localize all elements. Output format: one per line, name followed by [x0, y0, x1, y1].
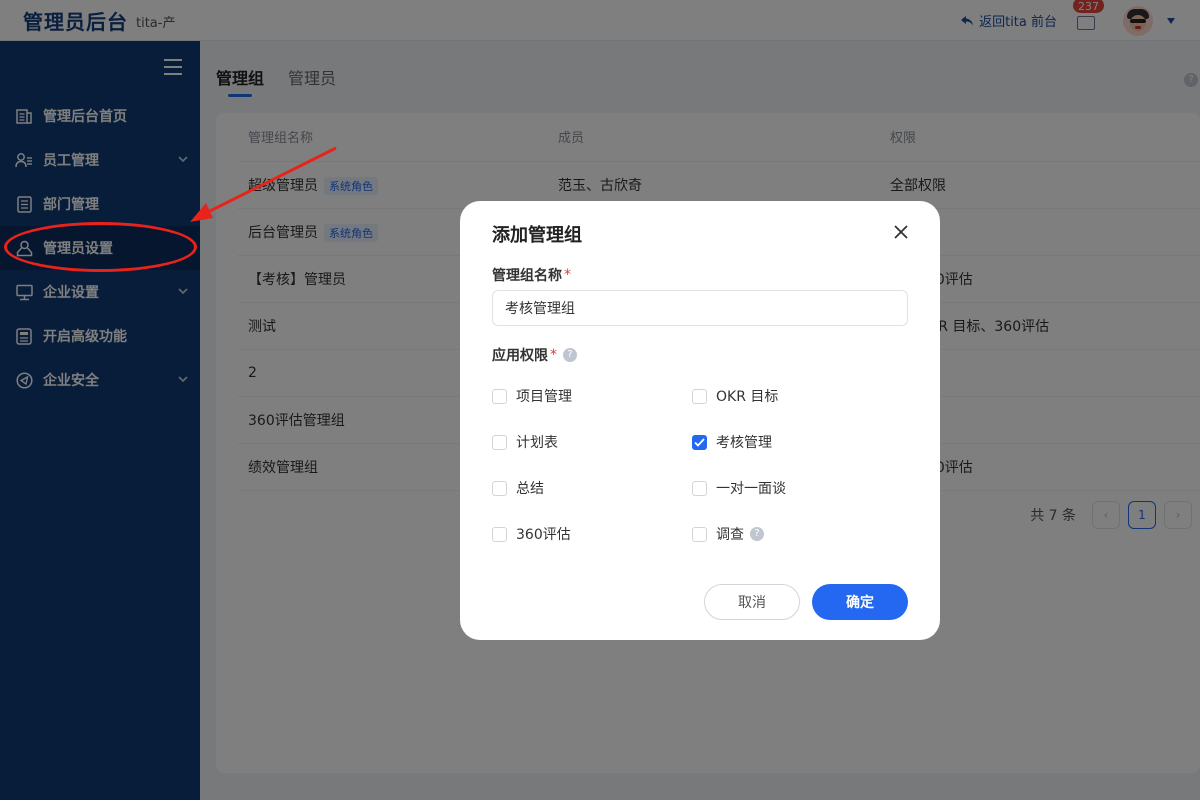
checkbox[interactable] — [692, 526, 707, 542]
required-mark: * — [550, 347, 557, 363]
cancel-button[interactable]: 取消 — [704, 584, 800, 620]
dialog-title: 添加管理组 — [492, 225, 582, 246]
confirm-button[interactable]: 确定 — [812, 584, 908, 620]
permission-checkbox[interactable]: 项目管理 — [492, 386, 572, 406]
close-icon[interactable] — [892, 223, 910, 241]
help-icon[interactable]: ? — [563, 348, 577, 362]
checkbox[interactable] — [492, 388, 507, 404]
permission-checkbox[interactable]: 360评估 — [492, 524, 571, 544]
checkbox[interactable] — [492, 480, 507, 496]
checkbox-checked[interactable] — [692, 434, 707, 450]
permission-checkbox[interactable]: 考核管理 — [692, 432, 772, 452]
add-group-dialog: 添加管理组 管理组名称* 应用权限*? 项目管理 OKR 目标 计划表 考核管理… — [460, 201, 940, 640]
group-name-input[interactable] — [492, 290, 908, 326]
permission-checkbox[interactable]: OKR 目标 — [692, 386, 778, 406]
group-name-label: 管理组名称 * — [492, 267, 571, 284]
checkbox[interactable] — [492, 526, 507, 542]
check-icon — [694, 437, 705, 447]
checkbox[interactable] — [692, 480, 707, 496]
permission-checkbox[interactable]: 计划表 — [492, 432, 558, 452]
annotation-ellipse — [4, 222, 197, 272]
help-icon[interactable]: ? — [750, 527, 764, 541]
checkbox[interactable] — [492, 434, 507, 450]
permission-checkbox[interactable]: 总结 — [492, 478, 544, 498]
checkbox[interactable] — [692, 388, 707, 404]
permissions-label: 应用权限 *? — [492, 345, 577, 365]
permission-checkbox[interactable]: 调查? — [692, 524, 764, 544]
permission-checkbox[interactable]: 一对一面谈 — [692, 478, 786, 498]
required-mark: * — [564, 267, 571, 283]
